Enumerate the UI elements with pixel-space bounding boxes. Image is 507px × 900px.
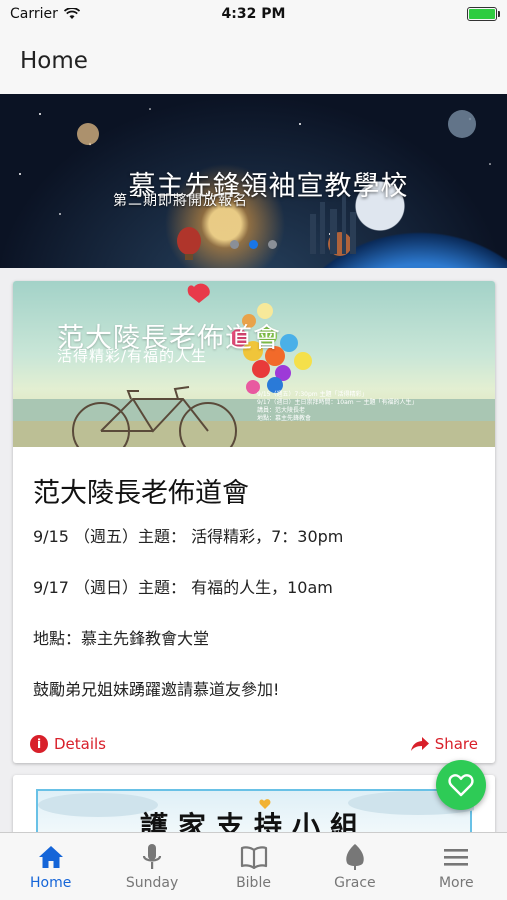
carousel-dot[interactable] [268,240,277,249]
event-card[interactable]: 范大陵長老佈道會 活得精彩/有福的人生 9/15（週五）7:30pm 主題「活得… [13,281,495,763]
favorite-fab[interactable] [436,760,486,810]
carousel-dot-active[interactable] [249,240,258,249]
status-bar: Carrier 4:32 PM [0,0,507,28]
details-label: Details [54,735,107,753]
event-image-info: 9/15（週五）7:30pm 主題「活得精彩」 9/17（週日）主日崇拜時間：1… [257,391,487,423]
menu-icon [444,849,469,866]
details-button[interactable]: i Details [30,735,106,753]
tab-bible[interactable]: Bible [203,833,304,900]
event-image-subtitle: 活得精彩/有福的人生 [57,347,208,365]
tab-home-label: Home [30,875,72,891]
event-image-info-line: 地點：慕主先鋒教會 [257,415,312,422]
status-left: Carrier [10,6,80,22]
tab-more[interactable]: More [406,833,507,900]
home-icon [38,846,63,868]
event-image-info-line: 9/15（週五）7:30pm 主題「活得精彩」 [257,391,368,398]
event-card-actions: i Details Share [30,735,478,753]
tab-sunday[interactable]: Sunday [101,833,202,900]
share-label: Share [434,735,478,753]
info-icon: i [30,735,48,753]
tab-more-label: More [438,875,474,891]
event-card-body: 范大陵長老佈道會 9/15 （週五）主題： 活得精彩，7：30pm 9/17 （… [13,447,495,699]
tab-sunday-label: Sunday [125,875,179,891]
event-line: 鼓勵弟兄姐妹踴躍邀請慕道友參加! [33,680,280,699]
tab-bar: Home Sunday Bible Grace More [0,832,507,900]
tab-bible-label: Bible [236,875,271,891]
battery-icon [467,7,500,21]
share-button[interactable]: Share [410,735,478,753]
banner-title: 慕主先鋒領袖宣教學校 [128,171,409,202]
event-image-info-line: 9/17（週日）主日崇拜時間：10am － 主題「有福的人生」 [257,399,418,406]
carousel-dot[interactable] [230,240,239,249]
event-title: 范大陵長老佈道會 [33,478,249,509]
event-card-image: 范大陵長老佈道會 活得精彩/有福的人生 9/15（週五）7:30pm 主題「活得… [13,281,495,447]
banner-subtitle: 第二期即將開放報名 [113,193,248,209]
carousel-dots [0,240,507,249]
nav-bar: Home [0,28,507,94]
book-icon [240,846,267,869]
event-line: 9/17 （週日）主題： 有福的人生，10am [33,578,333,597]
event-line: 9/15 （週五）主題： 活得精彩，7：30pm [33,527,344,546]
tab-grace[interactable]: Grace [304,833,405,900]
wifi-icon [63,8,80,19]
tab-home[interactable]: Home [0,833,101,900]
microphone-icon [143,844,162,869]
tab-grace-label: Grace [334,875,376,891]
carrier-label: Carrier [10,6,58,22]
share-icon [410,737,429,751]
event-line: 地點：慕主先鋒教會大堂 [33,629,210,648]
leaf-icon [346,844,364,870]
heart-icon [448,774,474,797]
event-image-info-line: 講員：范大陵長老 [257,407,306,414]
page-title: Home [20,48,88,74]
